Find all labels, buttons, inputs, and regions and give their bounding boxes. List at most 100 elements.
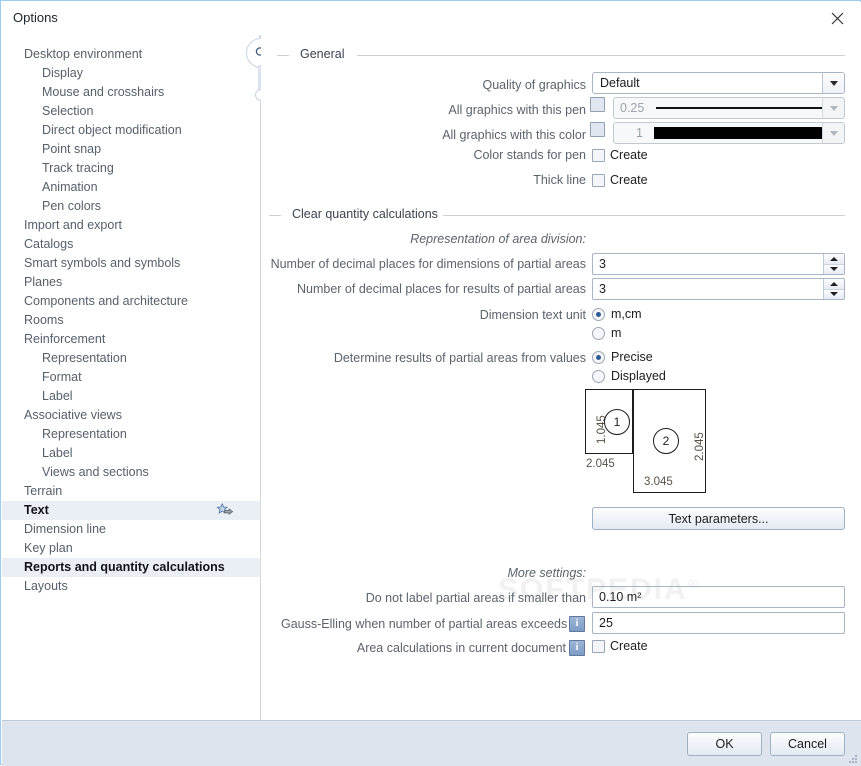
- sidebar-item-animation[interactable]: Animation: [2, 178, 260, 197]
- sidebar-item-track-tracing[interactable]: Track tracing: [2, 159, 260, 178]
- do-not-label-smaller-than-field[interactable]: 0.10 m²: [592, 586, 845, 608]
- area-calculations-label: Area calculations in current document: [356, 641, 566, 655]
- gauss-elling-field[interactable]: 25: [592, 612, 845, 634]
- sidebar-item-label: Reports and quantity calculations: [24, 560, 225, 574]
- text-parameters-button[interactable]: Text parameters...: [592, 507, 845, 530]
- sidebar-item-label[interactable]: Label: [2, 387, 260, 406]
- representation-heading: Representation of area division:: [410, 232, 586, 246]
- sidebar-item-rooms[interactable]: Rooms: [2, 311, 260, 330]
- quality-of-graphics-label: Quality of graphics: [482, 78, 586, 92]
- decimal-places-results-stepper[interactable]: 3: [592, 278, 845, 300]
- sidebar-item-label: Representation: [42, 351, 127, 365]
- stepper-buttons[interactable]: [823, 279, 844, 299]
- area-calculations-checkbox[interactable]: Create: [592, 639, 648, 653]
- checkbox-label: Create: [610, 148, 648, 162]
- checkbox-box: [592, 148, 605, 162]
- sidebar-item-label[interactable]: Label: [2, 444, 260, 463]
- star-shortcut-icon[interactable]: [216, 503, 233, 518]
- chevron-down-icon: [822, 98, 844, 118]
- sidebar-item-label: Smart symbols and symbols: [24, 256, 181, 270]
- info-icon[interactable]: i: [569, 616, 585, 632]
- tree-list: Desktop environment Display Mouse and cros…: [2, 45, 260, 596]
- more-settings-heading: More settings:: [507, 566, 586, 580]
- checkbox-box: [592, 173, 605, 187]
- sidebar-item-associative-views[interactable]: Associative views: [2, 406, 260, 425]
- preview-area-1-width: 2.045: [586, 458, 615, 470]
- decimal-places-dimensions-stepper[interactable]: 3: [592, 253, 845, 275]
- sidebar-item-planes[interactable]: Planes: [2, 273, 260, 292]
- resize-grip-icon[interactable]: [846, 752, 858, 764]
- sidebar-item-label: Pen colors: [42, 199, 102, 213]
- determine-results-radio-precise[interactable]: Precise: [592, 350, 653, 364]
- window-title: Options: [13, 10, 58, 25]
- sidebar-item-desktop-environment[interactable]: Desktop environment: [2, 45, 260, 64]
- sidebar-item-import-and-export[interactable]: Import and export: [2, 216, 260, 235]
- close-icon[interactable]: [817, 4, 857, 32]
- sidebar-item-text[interactable]: Text: [2, 501, 260, 520]
- stepper-up-icon[interactable]: [824, 254, 844, 265]
- color-stands-for-pen-checkbox[interactable]: Create: [592, 148, 648, 162]
- group-quantity-legend: Clear quantity calculations: [287, 207, 443, 221]
- sidebar-item-dimension-line[interactable]: Dimension line: [2, 520, 260, 539]
- gauss-elling-value: 25: [599, 616, 613, 630]
- determine-results-radio-displayed[interactable]: Displayed: [592, 369, 666, 383]
- area-division-preview: 1.045 1 2.045 2 2.045 3.045 1.045 * 2.04…: [584, 388, 846, 494]
- sidebar-item-layouts[interactable]: Layouts: [2, 577, 260, 596]
- chevron-down-icon[interactable]: [822, 73, 844, 93]
- stepper-down-icon[interactable]: [824, 264, 844, 274]
- sidebar-item-terrain[interactable]: Terrain: [2, 482, 260, 501]
- checkbox-label: Create: [610, 639, 648, 653]
- quality-of-graphics-combo[interactable]: Default: [592, 72, 845, 94]
- ok-button[interactable]: OK: [687, 732, 762, 756]
- sidebar-item-format[interactable]: Format: [2, 368, 260, 387]
- cancel-label: Cancel: [788, 737, 827, 751]
- sidebar-item-label: Label: [42, 389, 73, 403]
- sidebar-item-catalogs[interactable]: Catalogs: [2, 235, 260, 254]
- sidebar-item-label: Mouse and crosshairs: [42, 85, 165, 99]
- dimension-text-unit-radio-mcm[interactable]: m,cm: [592, 307, 642, 321]
- all-graphics-color-label: All graphics with this color: [442, 128, 586, 142]
- thick-line-checkbox[interactable]: Create: [592, 173, 648, 187]
- sidebar-item-representation[interactable]: Representation: [2, 425, 260, 444]
- settings-tree[interactable]: Desktop environment Display Mouse and cros…: [2, 35, 260, 720]
- all-graphics-pen-checkbox[interactable]: [590, 97, 605, 112]
- text-parameters-label: Text parameters...: [668, 511, 769, 526]
- sidebar-item-reinforcement[interactable]: Reinforcement: [2, 330, 260, 349]
- sidebar-item-direct-object-modification[interactable]: Direct object modification: [2, 121, 260, 140]
- all-graphics-color-checkbox[interactable]: [590, 122, 605, 137]
- radio-circle: [592, 307, 605, 321]
- stepper-buttons[interactable]: [823, 254, 844, 274]
- sidebar-item-key-plan[interactable]: Key plan: [2, 539, 260, 558]
- determine-results-label: Determine results of partial areas from …: [333, 351, 586, 365]
- sidebar-item-views-and-sections[interactable]: Views and sections: [2, 463, 260, 482]
- sidebar-item-display[interactable]: Display: [2, 64, 260, 83]
- radio-circle: [592, 369, 605, 383]
- preview-area-1-number: 1: [604, 409, 630, 435]
- radio-circle: [592, 350, 605, 364]
- sidebar-item-label: Display: [42, 66, 83, 80]
- sidebar-item-reports-and-quantity-calculations[interactable]: Reports and quantity calculations: [2, 558, 260, 577]
- dimension-text-unit-radio-m[interactable]: m: [592, 326, 621, 340]
- do-not-label-smaller-than-value: 0.10 m²: [599, 590, 642, 604]
- checkbox-box: [592, 639, 605, 653]
- info-icon[interactable]: i: [569, 640, 585, 656]
- sidebar-item-selection[interactable]: Selection: [2, 102, 260, 121]
- sidebar-item-smart-symbols-and-symbols[interactable]: Smart symbols and symbols: [2, 254, 260, 273]
- sidebar-item-label: Dimension line: [24, 522, 106, 536]
- ok-label: OK: [715, 737, 734, 751]
- sidebar-item-label: Components and architecture: [24, 294, 188, 308]
- cancel-button[interactable]: Cancel: [770, 732, 845, 756]
- stepper-up-icon[interactable]: [824, 279, 844, 290]
- sidebar-item-components-and-architecture[interactable]: Components and architecture: [2, 292, 260, 311]
- sidebar-item-label: Selection: [42, 104, 94, 118]
- sidebar-item-point-snap[interactable]: Point snap: [2, 140, 260, 159]
- sidebar-item-representation[interactable]: Representation: [2, 349, 260, 368]
- sidebar-item-pen-colors[interactable]: Pen colors: [2, 197, 260, 216]
- stepper-down-icon[interactable]: [824, 289, 844, 299]
- color-stands-for-pen-label: Color stands for pen: [473, 148, 586, 162]
- sidebar-item-mouse-and-crosshairs[interactable]: Mouse and crosshairs: [2, 83, 260, 102]
- all-graphics-color-combo: 1: [613, 122, 845, 144]
- sidebar-item-label: Point snap: [42, 142, 102, 156]
- group-general-legend: General: [295, 47, 350, 61]
- sidebar-item-label: Direct object modification: [42, 123, 182, 137]
